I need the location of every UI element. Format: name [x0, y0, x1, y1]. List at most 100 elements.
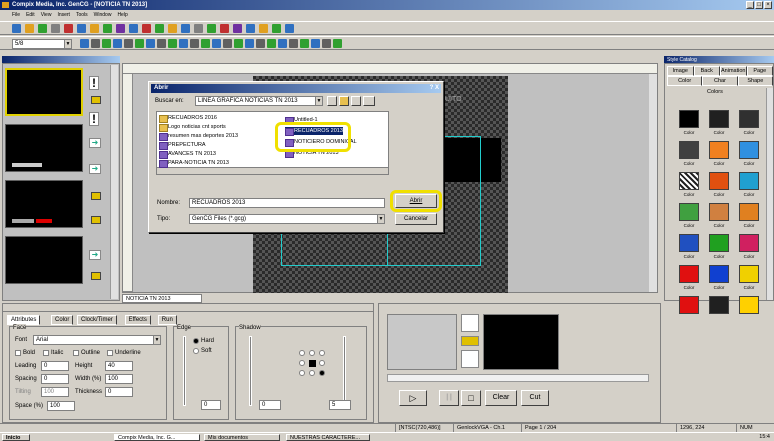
- file-name-input[interactable]: RECUADROS 2013: [189, 198, 385, 208]
- shadow-direction-radio[interactable]: [309, 370, 315, 376]
- page-marker-icon[interactable]: [91, 272, 101, 280]
- format-button-icon[interactable]: [135, 39, 144, 48]
- shadow-direction-radio[interactable]: [319, 350, 325, 356]
- chevron-down-icon[interactable]: ▼: [64, 40, 71, 48]
- shadow-direction-radio[interactable]: [319, 360, 325, 366]
- maximize-button[interactable]: □: [755, 1, 763, 9]
- clear-button[interactable]: Clear: [485, 390, 517, 406]
- format-button-icon[interactable]: [190, 39, 199, 48]
- edge-slider[interactable]: [183, 336, 186, 406]
- toolbar-button-icon[interactable]: [233, 24, 242, 33]
- color-swatch[interactable]: [709, 141, 729, 159]
- taskbar-item[interactable]: Mis documentos: [204, 434, 280, 441]
- file-item[interactable]: PREPECTURA: [159, 141, 206, 150]
- menu-item[interactable]: Help: [117, 12, 127, 18]
- chevron-down-icon[interactable]: ▼: [315, 97, 322, 105]
- format-button-icon[interactable]: [146, 39, 155, 48]
- catalog-tab[interactable]: Char: [702, 76, 738, 86]
- shadow-direction-radio[interactable]: [299, 370, 305, 376]
- dialog-help-close[interactable]: ? X: [430, 84, 439, 93]
- outline-checkbox[interactable]: [73, 350, 79, 356]
- color-swatch[interactable]: [739, 234, 759, 252]
- toolbar-button-icon[interactable]: [51, 24, 60, 33]
- format-button-icon[interactable]: [91, 39, 100, 48]
- timeline-scrollbar[interactable]: [387, 374, 649, 382]
- color-swatch[interactable]: [709, 172, 729, 190]
- toolbar-button-icon[interactable]: [129, 24, 138, 33]
- arrow-icon[interactable]: ➜: [89, 250, 101, 260]
- preview-swatch-white-2[interactable]: [461, 350, 479, 368]
- bold-checkbox[interactable]: [15, 350, 21, 356]
- toolbar-button-icon[interactable]: [285, 24, 294, 33]
- format-button-icon[interactable]: [267, 39, 276, 48]
- thickness-input[interactable]: 0: [105, 387, 133, 397]
- file-type-combo[interactable]: GenCG Files (*.gcg) ▼: [189, 214, 385, 224]
- format-button-icon[interactable]: [80, 39, 89, 48]
- up-folder-icon[interactable]: [339, 96, 349, 106]
- arrow-icon[interactable]: ➜: [89, 164, 101, 174]
- page-thumbnail[interactable]: [5, 124, 83, 172]
- color-swatch[interactable]: [709, 110, 729, 128]
- canvas-scrollbar[interactable]: [649, 74, 657, 292]
- color-swatch[interactable]: [679, 296, 699, 314]
- color-swatch[interactable]: [679, 234, 699, 252]
- color-swatch[interactable]: [739, 296, 759, 314]
- minimize-button[interactable]: _: [746, 1, 754, 9]
- cut-button[interactable]: Cut: [521, 390, 549, 406]
- menu-item[interactable]: File: [12, 12, 20, 18]
- shadow-direction-radio[interactable]: [299, 350, 305, 356]
- format-button-icon[interactable]: [168, 39, 177, 48]
- menu-item[interactable]: View: [41, 12, 52, 18]
- edge-value-input[interactable]: 0: [201, 400, 221, 410]
- taskbar-item[interactable]: NUESTRAS CARACTERE...: [286, 434, 370, 441]
- format-button-icon[interactable]: [234, 39, 243, 48]
- toolbar-button-icon[interactable]: [64, 24, 73, 33]
- catalog-tab[interactable]: Color: [667, 76, 703, 86]
- exclamation-icon[interactable]: !: [89, 76, 99, 90]
- shadow-value-input[interactable]: 0: [259, 400, 281, 410]
- color-swatch[interactable]: [739, 141, 759, 159]
- attributes-tab[interactable]: Effects: [124, 315, 151, 325]
- width-input[interactable]: 100: [105, 374, 133, 384]
- toolbar-button-icon[interactable]: [116, 24, 125, 33]
- catalog-scrollbar[interactable]: [766, 88, 773, 300]
- page-thumbnail[interactable]: [5, 68, 83, 116]
- menu-item[interactable]: Window: [94, 12, 112, 18]
- toolbar-button-icon[interactable]: [103, 24, 112, 33]
- start-button[interactable]: Inicio: [2, 434, 30, 441]
- toolbar-button-icon[interactable]: [38, 24, 47, 33]
- toolbar-button-icon[interactable]: [25, 24, 34, 33]
- chevron-down-icon[interactable]: ▼: [377, 215, 384, 223]
- format-button-icon[interactable]: [113, 39, 122, 48]
- stop-button[interactable]: □: [461, 390, 481, 406]
- toolbar-button-icon[interactable]: [90, 24, 99, 33]
- pause-button[interactable]: | |: [439, 390, 459, 406]
- color-swatch[interactable]: [709, 296, 729, 314]
- view-menu-icon[interactable]: [363, 96, 375, 106]
- spacing-input[interactable]: 0: [41, 374, 69, 384]
- catalog-tab[interactable]: Back: [693, 66, 720, 76]
- catalog-tab[interactable]: Shape: [737, 76, 773, 86]
- preview-swatch-white[interactable]: [461, 314, 479, 332]
- toolbar-button-icon[interactable]: [142, 24, 151, 33]
- toolbar-button-icon[interactable]: [168, 24, 177, 33]
- format-button-icon[interactable]: [245, 39, 254, 48]
- attributes-tab[interactable]: Clock/Timer: [77, 315, 117, 325]
- format-button-icon[interactable]: [300, 39, 309, 48]
- exclamation-icon[interactable]: !: [89, 112, 99, 126]
- close-button[interactable]: ×: [764, 1, 772, 9]
- toolbar-button-icon[interactable]: [272, 24, 281, 33]
- attributes-tab[interactable]: Color: [51, 315, 74, 325]
- toolbar-button-icon[interactable]: [220, 24, 229, 33]
- taskbar-item[interactable]: Compix Media, Inc. G...: [114, 434, 200, 441]
- hard-radio[interactable]: [193, 338, 199, 344]
- arrow-icon[interactable]: ➜: [89, 138, 101, 148]
- color-swatch[interactable]: [709, 234, 729, 252]
- format-button-icon[interactable]: [212, 39, 221, 48]
- format-button-icon[interactable]: [223, 39, 232, 48]
- color-swatch[interactable]: [679, 110, 699, 128]
- shadow-slider-vertical[interactable]: [249, 336, 252, 406]
- menu-item[interactable]: Edit: [26, 12, 35, 18]
- page-marker-icon[interactable]: [91, 192, 101, 200]
- menu-item[interactable]: Insert: [57, 12, 70, 18]
